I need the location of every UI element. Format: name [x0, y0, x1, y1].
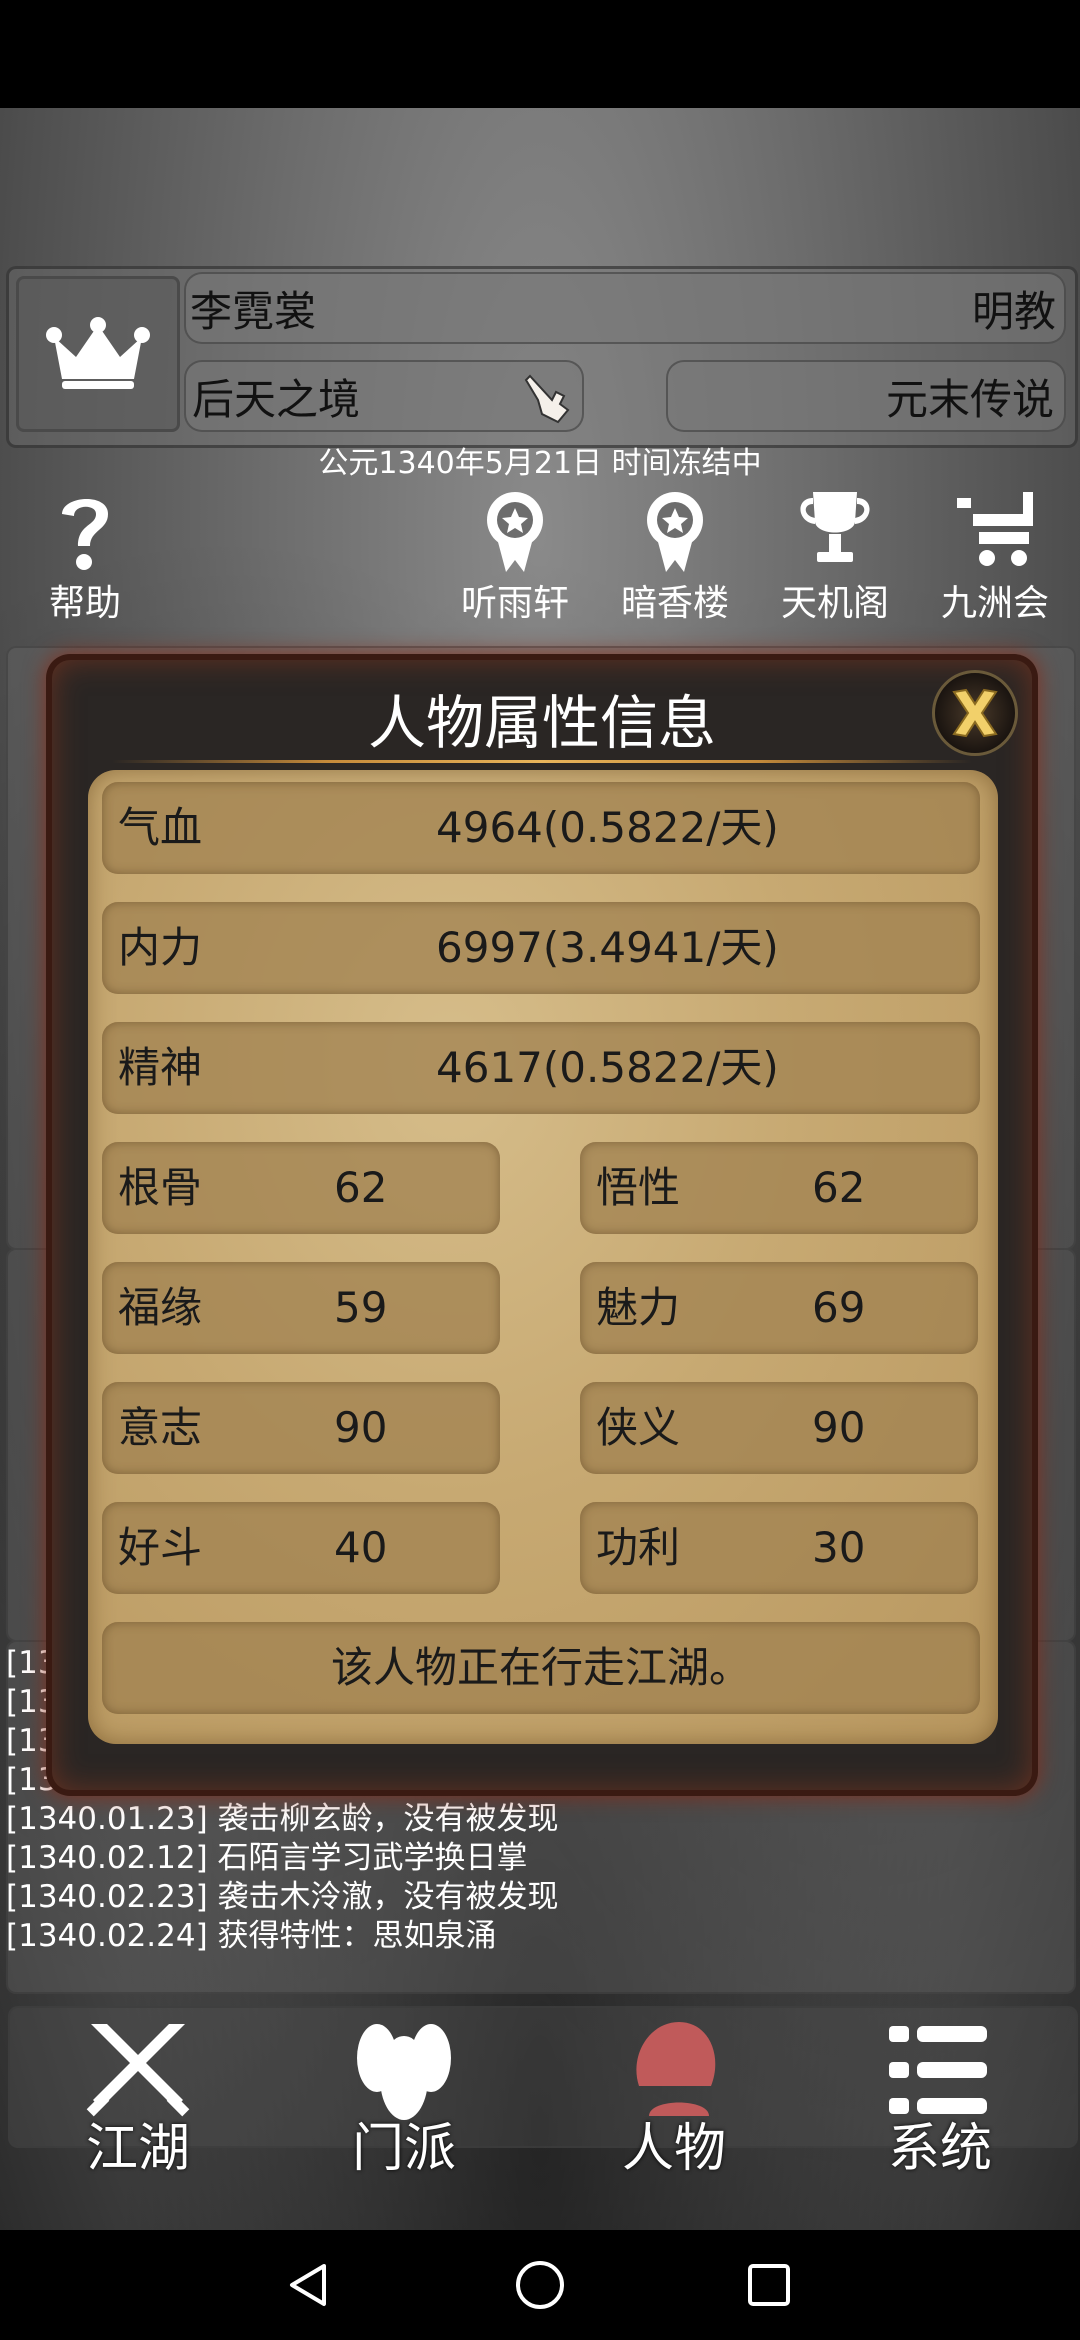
character-name: 李霓裳 — [190, 286, 317, 336]
crown-icon — [46, 317, 150, 389]
stat-value: 40 — [334, 1523, 388, 1572]
stat-key: 精神 — [118, 1043, 203, 1092]
pointing-hand-icon — [524, 374, 570, 424]
stat-value: 62 — [334, 1163, 388, 1212]
tianji-button[interactable]: 天机阁 — [760, 488, 910, 628]
stat-key: 功利 — [596, 1523, 681, 1572]
rank-label: 元末传说 — [885, 374, 1054, 424]
cart-icon — [957, 492, 1033, 566]
stat-key: 气血 — [118, 803, 203, 852]
stat-key: 意志 — [118, 1403, 203, 1452]
recents-button[interactable] — [734, 2250, 804, 2320]
realm-field[interactable]: 后天之境 — [184, 360, 584, 432]
anxiang-button[interactable]: 暗香楼 — [600, 488, 750, 628]
stat-key: 魅力 — [596, 1283, 681, 1332]
menu-menpai[interactable]: 门派 — [304, 2016, 504, 2179]
stat-key: 侠义 — [596, 1403, 681, 1452]
stat-value: 4964(0.5822/天) — [436, 803, 779, 852]
menu-xitong-label: 系统 — [887, 2119, 992, 2179]
stat-row-jingshen: 精神 4617(0.5822/天) — [102, 1022, 980, 1114]
back-button[interactable] — [274, 2250, 344, 2320]
help-button[interactable]: 帮助 — [10, 488, 160, 628]
stat-value: 59 — [334, 1283, 388, 1332]
recents-square-icon — [748, 2264, 790, 2306]
stat-value: 6997(3.4941/天) — [436, 923, 779, 972]
rank-field: 元末传说 — [666, 360, 1066, 432]
stat-cell-haodou: 好斗 40 — [102, 1502, 500, 1594]
menu-jianghu-label: 江湖 — [85, 2119, 190, 2179]
menu-renwu[interactable]: 人物 — [574, 2016, 774, 2179]
stat-cell-meili: 魅力 69 — [580, 1262, 978, 1354]
menu-renwu-label: 人物 — [621, 2119, 726, 2179]
stat-cell-gongli: 功利 30 — [580, 1502, 978, 1594]
stat-row-qixue: 气血 4964(0.5822/天) — [102, 782, 980, 874]
stat-key: 内力 — [118, 923, 203, 972]
tianji-label: 天机阁 — [780, 583, 889, 624]
tingyu-button[interactable]: 听雨轩 — [440, 488, 590, 628]
log-line: [1340.02.12] 石陌言学习武学换日掌 — [6, 1840, 528, 1876]
stat-value: 30 — [812, 1523, 866, 1572]
log-line: [1340.02.23] 袭击木泠澈，没有被发现 — [6, 1879, 559, 1915]
sect-name: 明教 — [971, 286, 1056, 336]
stat-value: 90 — [334, 1403, 388, 1452]
realm-label: 后天之境 — [192, 374, 361, 424]
stat-value: 62 — [812, 1163, 866, 1212]
stat-cell-gengu: 根骨 62 — [102, 1142, 500, 1234]
stat-key: 好斗 — [118, 1523, 203, 1572]
log-line: [1340.02.24] 获得特性：思如泉涌 — [6, 1918, 497, 1954]
jiuzhou-label: 九洲会 — [940, 583, 1049, 624]
dialog-title: 人物属性信息 — [367, 689, 716, 757]
stat-key: 悟性 — [596, 1163, 681, 1212]
menu-jianghu[interactable]: 江湖 — [38, 2016, 238, 2179]
log-line: [1340.01.23] 袭击柳玄龄，没有被发现 — [6, 1801, 559, 1837]
question-icon — [62, 498, 108, 570]
stat-cell-xiayi: 侠义 90 — [580, 1382, 978, 1474]
status-bar — [0, 0, 1080, 108]
close-button[interactable] — [932, 670, 1018, 756]
stat-key: 福缘 — [118, 1283, 203, 1332]
name-bar: 李霓裳 明教 — [184, 272, 1066, 344]
help-label: 帮助 — [48, 583, 121, 624]
close-icon — [952, 688, 998, 738]
attribute-dialog: 人物属性信息 气血 4964(0.5822/天) 内力 6997(3.4941/… — [52, 660, 1032, 1790]
medal-icon — [647, 492, 703, 572]
menu-xitong[interactable]: 系统 — [840, 2016, 1040, 2179]
stat-cell-yizhi: 意志 90 — [102, 1382, 500, 1474]
trophy-icon — [800, 492, 870, 562]
crossed-swords-icon — [86, 2024, 190, 2117]
stat-value: 90 — [812, 1403, 866, 1452]
status-text: 该人物正在行走江湖。 — [330, 1643, 751, 1692]
stat-value: 69 — [812, 1283, 866, 1332]
game-date: 公元1340年5月21日 时间冻结中 — [318, 446, 762, 481]
menu-menpai-label: 门派 — [351, 2119, 456, 2179]
home-button[interactable] — [505, 2250, 575, 2320]
status-row: 该人物正在行走江湖。 — [102, 1622, 980, 1714]
stat-cell-fuyuan: 福缘 59 — [102, 1262, 500, 1354]
medal-icon — [487, 492, 543, 572]
avatar-button[interactable] — [16, 276, 180, 432]
tingyu-label: 听雨轩 — [460, 583, 569, 624]
parchment-panel: 气血 4964(0.5822/天) 内力 6997(3.4941/天) 精神 4… — [88, 770, 998, 1744]
stat-row-neili: 内力 6997(3.4941/天) — [102, 902, 980, 994]
stat-cell-wuxing: 悟性 62 — [580, 1142, 978, 1234]
home-circle-icon — [516, 2261, 564, 2309]
title-divider — [112, 760, 972, 763]
jiuzhou-button[interactable]: 九洲会 — [920, 488, 1070, 628]
stat-key: 根骨 — [118, 1163, 203, 1212]
stat-value: 4617(0.5822/天) — [436, 1043, 779, 1092]
anxiang-label: 暗香楼 — [620, 583, 729, 624]
back-triangle-icon — [290, 2264, 326, 2306]
